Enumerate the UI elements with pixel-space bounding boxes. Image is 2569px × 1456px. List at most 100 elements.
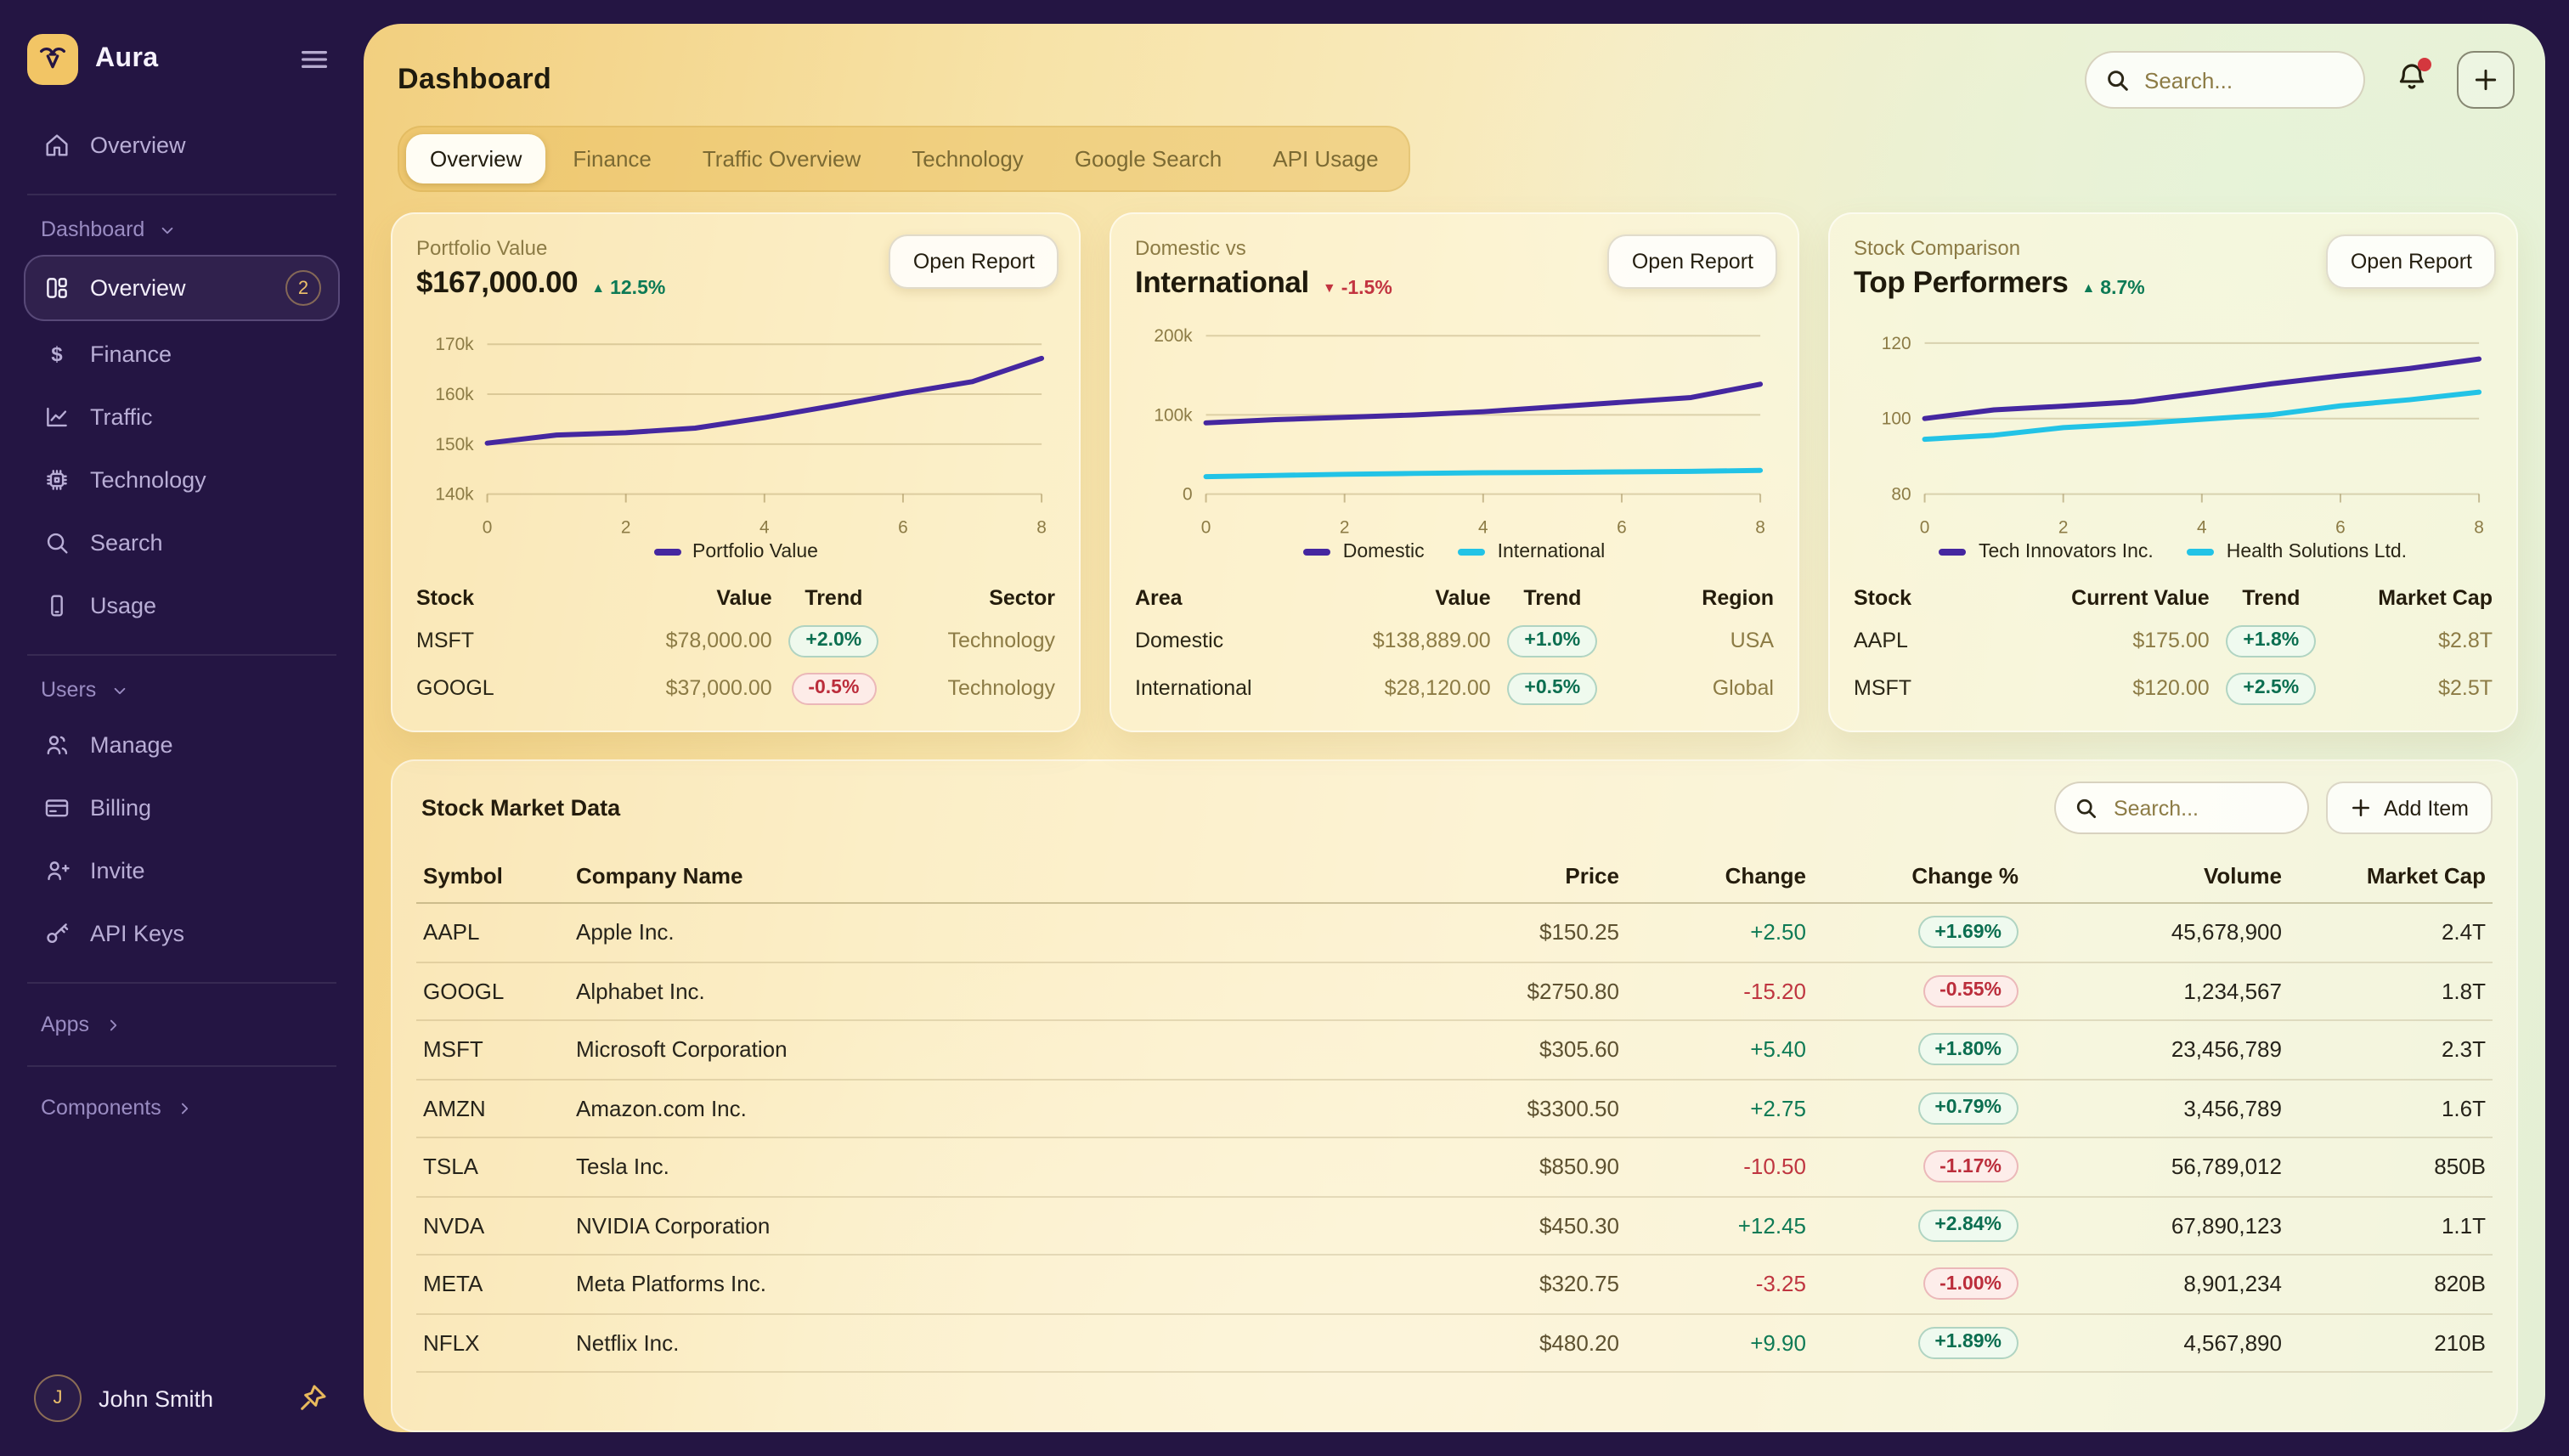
search-icon	[2103, 65, 2131, 93]
card-table-row: Domestic $138,889.00 +1.0% USA	[1135, 617, 1774, 664]
portfolio-value-chart: 140k150k160k170k02468	[416, 314, 1055, 539]
cell-price: $2750.80	[1424, 979, 1619, 1004]
card-portfolio-value: Portfolio Value $167,000.00 ▲12.5% Open …	[391, 212, 1081, 732]
sidebar-item-apps[interactable]: Apps	[24, 1002, 340, 1047]
sidebar-item-components[interactable]: Components	[24, 1086, 340, 1130]
user-name: John Smith	[99, 1385, 213, 1411]
change-pct-pill: +2.84%	[1917, 1210, 2019, 1242]
sidebar-item-invite[interactable]: Invite	[24, 841, 340, 900]
user-profile[interactable]: J John Smith	[24, 1368, 340, 1429]
card-table-row: MSFT $120.00 +2.5% $2.5T	[1854, 664, 2493, 712]
market-table-row-amzn: AMZN Amazon.com Inc. $3300.50 +2.75 +0.7…	[416, 1080, 2493, 1138]
market-table-row-tsla: TSLA Tesla Inc. $850.90 -10.50 -1.17% 56…	[416, 1138, 2493, 1197]
cell-price: $3300.50	[1424, 1096, 1619, 1121]
sidebar-section-users[interactable]: Users	[24, 674, 340, 715]
add-item-button[interactable]: Add Item	[2326, 782, 2493, 834]
tab-api-usage[interactable]: API Usage	[1249, 134, 1402, 183]
svg-text:2: 2	[2058, 517, 2069, 537]
svg-text:8: 8	[2474, 517, 2484, 537]
cell-symbol: NVDA	[423, 1213, 576, 1239]
cell-volume: 67,890,123	[2019, 1213, 2282, 1239]
cell-company: Apple Inc.	[576, 920, 1424, 945]
open-report-button[interactable]: Open Report	[1608, 234, 1777, 289]
chart-legend: DomesticInternational	[1135, 542, 1774, 562]
trend-pill: +2.0%	[788, 624, 878, 657]
delta-badge: ▲8.7%	[2081, 278, 2144, 298]
cell-volume: 1,234,567	[2019, 979, 2282, 1004]
stock-market-section: Stock Market Data Add Item SymbolCompany…	[391, 759, 2518, 1432]
sidebar-item-label: Overview	[90, 133, 186, 158]
sidebar-item-technology[interactable]: Technology	[24, 450, 340, 510]
tab-google-search[interactable]: Google Search	[1051, 134, 1245, 183]
open-report-button[interactable]: Open Report	[889, 234, 1059, 289]
cell-market-cap: 210B	[2282, 1330, 2486, 1356]
card-table: StockCurrent ValueTrendMarket Cap AAPL $…	[1854, 578, 2493, 712]
market-table-row-msft: MSFT Microsoft Corporation $305.60 +5.40…	[416, 1021, 2493, 1080]
change-pct-pill: +1.89%	[1917, 1327, 2019, 1359]
users-icon	[42, 731, 71, 759]
sidebar-section-dashboard[interactable]: Dashboard	[24, 214, 340, 255]
cell-change: -10.50	[1619, 1154, 1806, 1180]
cell-company: Amazon.com Inc.	[576, 1096, 1424, 1121]
divider	[27, 654, 336, 656]
sidebar-item-traffic[interactable]: Traffic	[24, 387, 340, 447]
cell-company: Meta Platforms Inc.	[576, 1272, 1424, 1297]
sidebar-item-manage[interactable]: Manage	[24, 715, 340, 775]
legend-swatch	[1939, 550, 1967, 556]
sidebar-item-usage[interactable]: Usage	[24, 576, 340, 635]
change-pct-pill: +0.79%	[1917, 1092, 2019, 1125]
menu-icon[interactable]	[292, 37, 336, 82]
legend-item: Health Solutions Ltd.	[2188, 542, 2407, 562]
svg-text:2: 2	[1340, 517, 1350, 537]
chevron-down-icon	[156, 218, 178, 240]
change-pct-pill: +1.80%	[1917, 1034, 2019, 1066]
svg-text:170k: 170k	[435, 335, 474, 354]
cell-change: -3.25	[1619, 1272, 1806, 1297]
delta-badge: ▲12.5%	[591, 278, 665, 298]
svg-text:0: 0	[1201, 517, 1211, 537]
svg-text:6: 6	[1617, 517, 1627, 537]
sidebar-item-overview[interactable]: Overview	[24, 116, 340, 175]
cell-price: $450.30	[1424, 1213, 1619, 1239]
triangle-up-icon: ▲	[2081, 280, 2095, 296]
market-controls: Add Item	[2054, 782, 2493, 834]
change-pct-pill: -1.00%	[1923, 1268, 2019, 1301]
svg-text:0: 0	[1183, 485, 1193, 505]
cell-price: $305.60	[1424, 1037, 1619, 1063]
cell-volume: 4,567,890	[2019, 1330, 2282, 1356]
sidebar-item-finance[interactable]: $Finance	[24, 324, 340, 384]
card-stock-comparison: Stock Comparison Top Performers ▲8.7% Op…	[1828, 212, 2518, 732]
card-table-header: StockValueTrendSector	[416, 578, 1055, 617]
svg-text:160k: 160k	[435, 385, 474, 404]
tab-traffic-overview[interactable]: Traffic Overview	[679, 134, 884, 183]
svg-text:150k: 150k	[435, 435, 474, 454]
svg-text:8: 8	[1755, 517, 1765, 537]
header-controls	[2085, 51, 2515, 109]
cell-company: Alphabet Inc.	[576, 979, 1424, 1004]
card-value: Top Performers	[1854, 265, 2068, 301]
open-report-button[interactable]: Open Report	[2327, 234, 2496, 289]
sidebar-dashboard-list: Overview2$FinanceTrafficTechnologySearch…	[24, 255, 340, 635]
cell-volume: 23,456,789	[2019, 1037, 2282, 1063]
sidebar-item-billing[interactable]: Billing	[24, 778, 340, 838]
sidebar-item-search[interactable]: Search	[24, 513, 340, 573]
add-button[interactable]	[2457, 51, 2515, 109]
sidebar-item-overview[interactable]: Overview2	[24, 255, 340, 321]
tabs-wrap: OverviewFinanceTraffic OverviewTechnolog…	[364, 119, 2545, 212]
svg-text:0: 0	[483, 517, 493, 537]
cell-change-pct: +1.89%	[1806, 1327, 2019, 1359]
tab-overview[interactable]: Overview	[406, 134, 545, 183]
cell-price: $320.75	[1424, 1272, 1619, 1297]
key-icon	[42, 919, 71, 948]
plus-icon	[2350, 797, 2372, 819]
tab-technology[interactable]: Technology	[888, 134, 1047, 183]
legend-item: International	[1459, 542, 1606, 562]
sidebar: Aura Overview Dashboard Overview2$Financ…	[0, 0, 364, 1456]
legend-swatch	[1304, 550, 1331, 556]
svg-text:120: 120	[1882, 334, 1911, 353]
paintbrush-icon[interactable]	[296, 1381, 330, 1415]
card-icon	[42, 793, 71, 822]
notifications-button[interactable]	[2386, 54, 2436, 105]
tab-finance[interactable]: Finance	[549, 134, 675, 183]
sidebar-item-api-keys[interactable]: API Keys	[24, 904, 340, 963]
